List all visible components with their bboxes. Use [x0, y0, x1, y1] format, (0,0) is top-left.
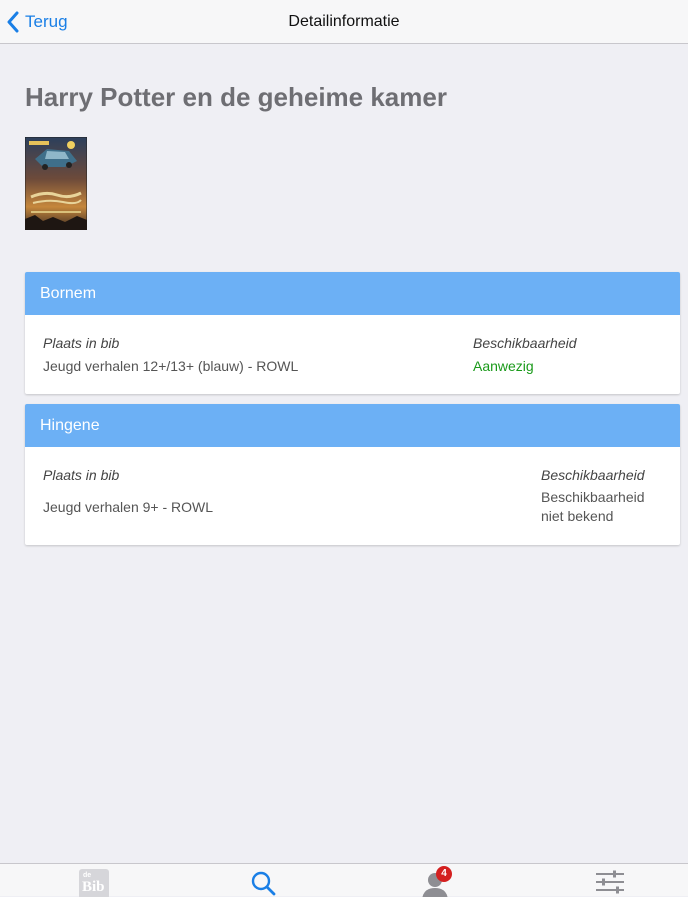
book-cover-illustration: [25, 137, 87, 230]
navigation-bar: Terug Detailinformatie: [0, 0, 688, 44]
back-label: Terug: [25, 12, 68, 31]
bib-logo-main-text: Bib: [82, 879, 105, 895]
sliders-icon: [596, 870, 624, 894]
branch-name: Hingene: [25, 404, 680, 447]
location-card-hingene: Hingene Plaats in bib Jeugd verhalen 9+ …: [25, 404, 680, 545]
branch-name: Bornem: [25, 272, 680, 315]
tab-settings[interactable]: [580, 864, 640, 897]
book-cover[interactable]: [25, 137, 87, 230]
search-icon: [251, 871, 276, 896]
back-button[interactable]: Terug: [6, 8, 68, 36]
place-label: Plaats in bib: [43, 467, 120, 483]
page-title: Detailinformatie: [288, 13, 400, 30]
availability-label: Beschikbaarheid: [541, 467, 645, 483]
user-icon: [422, 873, 448, 897]
location-card-bornem: Bornem Plaats in bib Jeugd verhalen 12+/…: [25, 272, 680, 394]
chevron-left-icon: [7, 11, 19, 33]
place-label: Plaats in bib: [43, 335, 120, 351]
bib-logo-small-text: de: [83, 872, 91, 879]
bib-logo-icon: de Bib: [79, 869, 109, 897]
place-value: Jeugd verhalen 12+/13+ (blauw) - ROWL: [43, 358, 299, 374]
notification-badge: 4: [436, 866, 452, 882]
tab-bar: de Bib 4: [0, 863, 688, 897]
tab-account[interactable]: 4: [405, 864, 465, 897]
tab-home[interactable]: de Bib: [64, 864, 124, 897]
book-title: Harry Potter en de geheime kamer: [25, 82, 447, 112]
place-value: Jeugd verhalen 9+ - ROWL: [43, 499, 214, 515]
tab-search[interactable]: [233, 864, 293, 897]
availability-label: Beschikbaarheid: [473, 335, 577, 351]
availability-status: Beschikbaarheid niet bekend: [541, 489, 645, 524]
availability-status: Aanwezig: [473, 358, 534, 374]
